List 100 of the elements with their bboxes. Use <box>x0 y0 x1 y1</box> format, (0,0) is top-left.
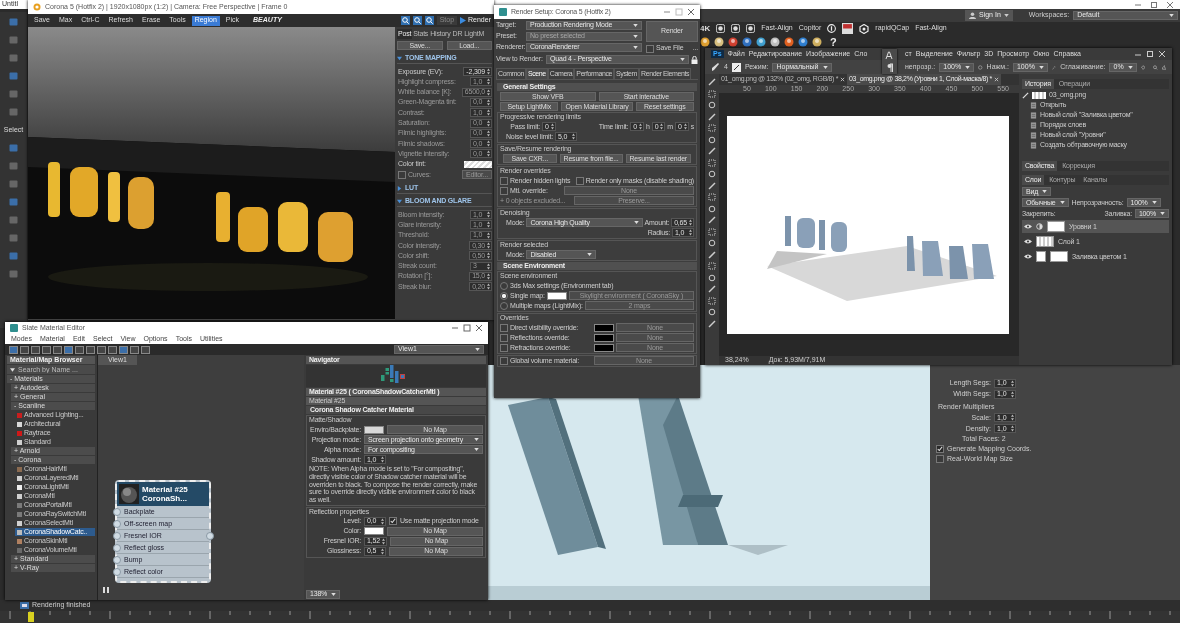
spinner-arrows-icon[interactable] <box>381 517 384 525</box>
plugin-icon[interactable] <box>728 37 738 47</box>
node-title: Material #25 <box>142 484 188 494</box>
spinner-arrows-icon[interactable] <box>487 221 490 229</box>
color-swatch[interactable] <box>364 425 384 434</box>
spinner-arrows-icon[interactable] <box>487 78 490 86</box>
zoom-icon[interactable] <box>424 16 434 25</box>
color-swatch[interactable] <box>594 343 614 352</box>
visibility-toggle[interactable] <box>1024 238 1032 245</box>
spinner-arrows-icon[interactable] <box>487 283 490 291</box>
plugin-icon[interactable] <box>700 37 710 47</box>
spinner-arrows-icon[interactable] <box>689 229 692 237</box>
help-button[interactable]: ? <box>830 35 837 49</box>
spinner-arrows-icon[interactable] <box>638 123 642 131</box>
spinner-arrows-icon[interactable] <box>487 272 490 280</box>
restore-icon[interactable] <box>1150 0 1158 9</box>
close-icon[interactable] <box>475 324 483 332</box>
spinner-arrows-icon[interactable] <box>550 123 554 131</box>
spinner-arrows-icon[interactable] <box>487 211 490 219</box>
character-icon[interactable] <box>885 51 894 60</box>
plugin-icon[interactable] <box>746 24 756 33</box>
plugin-icon[interactable] <box>812 37 822 47</box>
checkbox[interactable] <box>500 176 508 185</box>
spinner-arrows-icon[interactable] <box>660 123 664 131</box>
spinner-arrows-icon[interactable] <box>487 68 490 76</box>
spinner-arrows-icon[interactable] <box>487 150 490 158</box>
checkbox[interactable] <box>575 176 584 185</box>
spinner-arrows-icon[interactable] <box>1011 380 1014 387</box>
restore-icon[interactable] <box>1146 50 1154 58</box>
zoom-icon[interactable] <box>400 16 410 25</box>
checkbox[interactable] <box>500 356 508 365</box>
checkbox[interactable] <box>500 343 508 352</box>
plugin-icon[interactable] <box>714 37 724 47</box>
spinner-arrows-icon[interactable] <box>1011 425 1014 433</box>
pause-icon[interactable] <box>102 586 110 594</box>
close-icon[interactable] <box>687 8 695 16</box>
plugin-icon[interactable] <box>859 23 870 34</box>
play-icon <box>460 17 467 24</box>
plugin-icon[interactable] <box>770 37 780 47</box>
spinner-arrows-icon[interactable] <box>487 88 490 96</box>
history-state-icon <box>1030 111 1037 119</box>
plugin-icon[interactable] <box>784 37 794 47</box>
maximize-icon[interactable] <box>463 324 471 332</box>
color-swatch[interactable] <box>594 323 614 332</box>
zoom-icon[interactable] <box>412 16 422 25</box>
spinner-arrows-icon[interactable] <box>381 547 384 555</box>
checkbox[interactable] <box>936 445 944 454</box>
brush-panel-icon[interactable] <box>731 62 741 72</box>
plugin-label[interactable]: 4K <box>700 23 711 34</box>
share-icon[interactable] <box>1161 62 1166 72</box>
spinner-arrows-icon[interactable] <box>487 129 490 137</box>
spinner-arrows-icon[interactable] <box>1011 414 1014 422</box>
spinner-arrows-icon[interactable] <box>487 231 490 239</box>
spinner-arrows-icon[interactable] <box>487 242 490 250</box>
checkbox[interactable] <box>389 517 397 526</box>
radio-button[interactable] <box>500 301 508 310</box>
plugin-icon[interactable] <box>756 37 766 47</box>
checkbox[interactable] <box>646 44 654 53</box>
plugin-icon[interactable] <box>742 37 752 47</box>
spinner-arrows-icon[interactable] <box>572 133 575 141</box>
brush-icon[interactable] <box>711 62 720 72</box>
spinner-arrows-icon[interactable] <box>487 262 490 270</box>
search-icon[interactable] <box>1153 62 1158 72</box>
plugin-icon[interactable] <box>716 24 726 33</box>
color-swatch[interactable] <box>364 527 384 536</box>
spinner-arrows-icon[interactable] <box>487 252 490 260</box>
plugin-icon[interactable] <box>798 37 808 47</box>
visibility-toggle[interactable] <box>1024 253 1032 260</box>
radio-button[interactable] <box>500 291 508 300</box>
color-swatch[interactable] <box>464 160 492 168</box>
history-state-icon <box>1030 141 1037 149</box>
spinner-arrows-icon[interactable] <box>689 219 692 227</box>
spinner-arrows-icon[interactable] <box>487 109 490 117</box>
close-icon[interactable] <box>1166 0 1174 9</box>
spinner-arrows-icon[interactable] <box>487 99 490 106</box>
checkbox[interactable] <box>500 186 508 195</box>
checkbox[interactable] <box>936 455 944 464</box>
spinner-arrows-icon[interactable] <box>487 140 490 148</box>
checkbox[interactable] <box>500 323 508 332</box>
spinner-arrows-icon[interactable] <box>683 123 687 131</box>
plugin-icon[interactable] <box>842 23 854 34</box>
spinner-arrows-icon[interactable] <box>381 537 385 545</box>
radio-button[interactable] <box>500 281 508 290</box>
visibility-toggle[interactable] <box>1024 223 1032 230</box>
plugin-icon[interactable] <box>731 24 741 33</box>
caret-icon <box>587 253 593 257</box>
info-icon[interactable] <box>827 24 837 33</box>
eye-icon <box>1024 238 1032 244</box>
color-swatch[interactable] <box>546 291 567 300</box>
spinner-arrows-icon[interactable] <box>1011 391 1014 398</box>
caret-icon <box>1169 14 1174 17</box>
checkbox[interactable] <box>500 333 508 342</box>
paragraph-icon[interactable] <box>885 63 894 72</box>
caret-icon <box>10 367 15 372</box>
output-socket[interactable] <box>206 532 214 540</box>
lock-icon[interactable] <box>691 55 698 64</box>
checkbox[interactable] <box>398 170 406 179</box>
spinner-arrows-icon[interactable] <box>381 456 384 464</box>
color-swatch[interactable] <box>594 333 614 342</box>
spinner-arrows-icon[interactable] <box>487 119 490 127</box>
